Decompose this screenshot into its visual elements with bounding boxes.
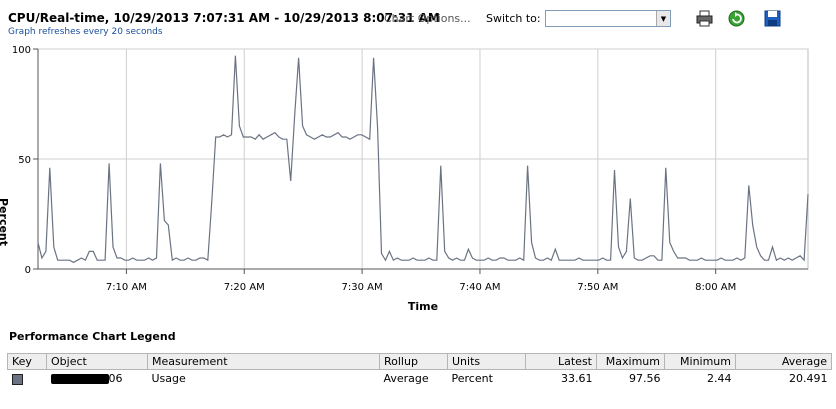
- switch-to-label: Switch to:: [486, 12, 541, 25]
- chart-title: CPU/Real-time, 10/29/2013 7:07:31 AM - 1…: [8, 11, 440, 25]
- cpu-chart: 0 50 100 7:10 AM 7:20 AM 7:30 AM 7:40 AM 7:50 A…: [0, 40, 836, 320]
- legend-title: Performance Chart Legend: [9, 330, 176, 343]
- legend-maximum-cell: 97.56: [629, 372, 661, 385]
- legend-object-cell: 06: [47, 370, 148, 388]
- y-axis-label: Percent: [0, 198, 10, 247]
- legend-rollup-cell: Average: [383, 372, 429, 385]
- legend-table: Key Object Measurement Rollup Units Late…: [7, 353, 832, 387]
- cpu-chart-svg: 0 50 100 7:10 AM 7:20 AM 7:30 AM 7:40 AM 7:50 A…: [12, 45, 809, 313]
- y-tick-label: 50: [18, 155, 31, 166]
- chart-options-link[interactable]: Chart Options...: [384, 12, 471, 25]
- x-tick-label: 8:00 AM: [695, 282, 736, 293]
- x-tick-label: 7:50 AM: [577, 282, 618, 293]
- y-tick-label: 0: [25, 265, 31, 276]
- save-icon[interactable]: [764, 10, 781, 27]
- legend-average-cell: 20.491: [789, 372, 828, 385]
- table-row[interactable]: 06 Usage Average Percent 33.61 97.56 2.4…: [8, 370, 832, 388]
- col-latest[interactable]: Latest: [525, 353, 597, 370]
- col-units[interactable]: Units: [447, 353, 526, 370]
- legend-latest-cell: 33.61: [561, 372, 593, 385]
- x-tick-label: 7:10 AM: [106, 282, 147, 293]
- x-axis-label: Time: [408, 300, 438, 313]
- object-suffix: 06: [108, 372, 123, 385]
- legend-header-row: Key Object Measurement Rollup Units Late…: [7, 353, 832, 370]
- legend-key-cell: [8, 370, 47, 388]
- col-object[interactable]: Object: [46, 353, 148, 370]
- col-minimum[interactable]: Minimum: [664, 353, 736, 370]
- chart-header: CPU/Real-time, 10/29/2013 7:07:31 AM - 1…: [8, 10, 828, 41]
- x-tick-label: 7:40 AM: [459, 282, 500, 293]
- col-key[interactable]: Key: [7, 353, 47, 370]
- legend-units-cell: Percent: [451, 372, 493, 385]
- series-swatch: [11, 373, 23, 385]
- legend-minimum-cell: 2.44: [707, 372, 732, 385]
- x-tick-label: 7:20 AM: [224, 282, 265, 293]
- legend-measurement-cell: Usage: [151, 372, 186, 385]
- refresh-note: Graph refreshes every 20 seconds: [8, 27, 163, 37]
- col-average[interactable]: Average: [735, 353, 832, 370]
- chevron-down-icon[interactable]: ▼: [656, 11, 670, 26]
- x-tick-label: 7:30 AM: [342, 282, 383, 293]
- redacted-object-name: [50, 374, 109, 384]
- col-rollup[interactable]: Rollup: [379, 353, 448, 370]
- y-tick-label: 100: [12, 45, 31, 56]
- col-maximum[interactable]: Maximum: [596, 353, 665, 370]
- printer-icon[interactable]: [696, 10, 713, 27]
- refresh-icon[interactable]: [728, 10, 745, 27]
- switch-to-select[interactable]: ▼: [545, 10, 671, 27]
- col-measurement[interactable]: Measurement: [147, 353, 380, 370]
